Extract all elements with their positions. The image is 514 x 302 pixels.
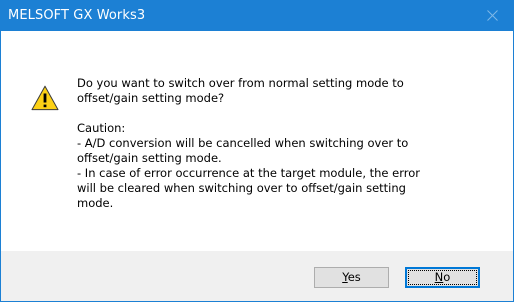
dialog-content: Do you want to switch over from normal s… (1, 31, 513, 251)
window-title: MELSOFT GX Works3 (8, 8, 146, 23)
question-line: Do you want to switch over from normal s… (77, 76, 404, 90)
caution-line: offset/gain setting mode. (77, 151, 222, 165)
question-line: offset/gain setting mode? (77, 91, 225, 105)
caution-line: - A/D conversion will be cancelled when … (77, 136, 409, 150)
caution-line: - In case of error occurrence at the tar… (77, 166, 420, 180)
warning-icon (31, 85, 59, 111)
message-dialog: MELSOFT GX Works3 Do you want to switch … (0, 0, 514, 302)
caution-line: will be cleared when switching over to o… (77, 181, 406, 195)
title-bar[interactable]: MELSOFT GX Works3 (1, 1, 513, 31)
caution-heading: Caution: (77, 121, 126, 135)
dialog-message: Do you want to switch over from normal s… (77, 76, 497, 211)
yes-button[interactable]: Yes (314, 267, 389, 288)
button-bar: Yes No (1, 251, 513, 301)
close-button[interactable] (473, 1, 513, 31)
close-icon (487, 10, 498, 21)
caution-line: mode. (77, 196, 114, 210)
no-button[interactable]: No (405, 267, 480, 288)
